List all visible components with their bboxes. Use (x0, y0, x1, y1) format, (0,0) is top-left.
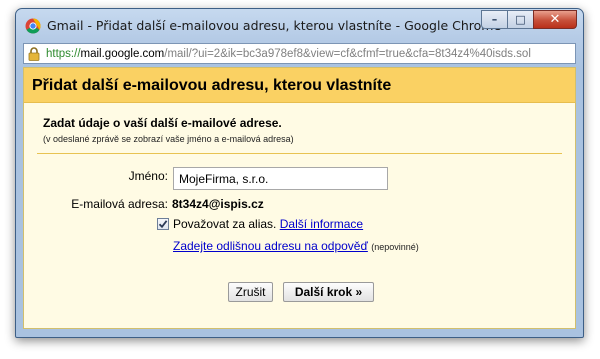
email-address-value: 8t34z4@ispis.cz (172, 197, 264, 211)
next-step-button[interactable]: Další krok » (283, 282, 374, 302)
minimize-button[interactable]: – (481, 10, 507, 29)
lock-icon (28, 46, 40, 61)
url-host: mail.google.com (80, 47, 165, 60)
maximize-button[interactable]: □ (507, 10, 533, 29)
window-title: Gmail - Přidat další e-mailovou adresu, … (47, 18, 502, 33)
chrome-icon (25, 18, 41, 34)
close-button[interactable]: ✕ (533, 10, 577, 29)
alias-label: Považovat za alias. (173, 217, 277, 231)
section-heading: Zadat údaje o vaší další e-mailové adres… (43, 116, 282, 130)
browser-window: Gmail - Přidat další e-mailovou adresu, … (15, 8, 584, 338)
reply-to-row: Zadejte odlišnou adresu na odpověď (nepo… (173, 239, 419, 253)
reply-address-link[interactable]: Zadejte odlišnou adresu na odpověď (173, 239, 368, 253)
optional-note: (nepovinné) (371, 242, 419, 252)
url-scheme: https:// (46, 47, 81, 60)
name-label: Jméno: (128, 169, 168, 183)
email-label: E-mailová adresa: (71, 197, 168, 211)
dialog-header: Přidat další e-mailovou adresu, kterou v… (24, 68, 575, 103)
window-controls: – □ ✕ (481, 10, 577, 30)
address-bar[interactable]: https://mail.google.com/mail/?ui=2&ik=bc… (23, 43, 576, 64)
divider (37, 153, 562, 154)
dialog-content: Přidat další e-mailovou adresu, kterou v… (23, 67, 576, 329)
checkmark-icon (158, 220, 168, 229)
alias-row: Považovat za alias. Další informace (173, 217, 363, 231)
title-bar[interactable]: Gmail - Přidat další e-mailovou adresu, … (16, 9, 583, 41)
name-input[interactable] (173, 167, 388, 190)
more-info-link[interactable]: Další informace (280, 217, 363, 231)
url-path: /mail/?ui=2&ik=bc3a978ef8&view=cf&cfmf=t… (164, 47, 531, 60)
alias-checkbox[interactable] (157, 218, 169, 230)
section-note: (v odeslané zprávě se zobrazí vaše jméno… (43, 134, 294, 144)
cancel-button[interactable]: Zrušit (228, 282, 273, 302)
dialog-title: Přidat další e-mailovou adresu, kterou v… (32, 77, 392, 94)
